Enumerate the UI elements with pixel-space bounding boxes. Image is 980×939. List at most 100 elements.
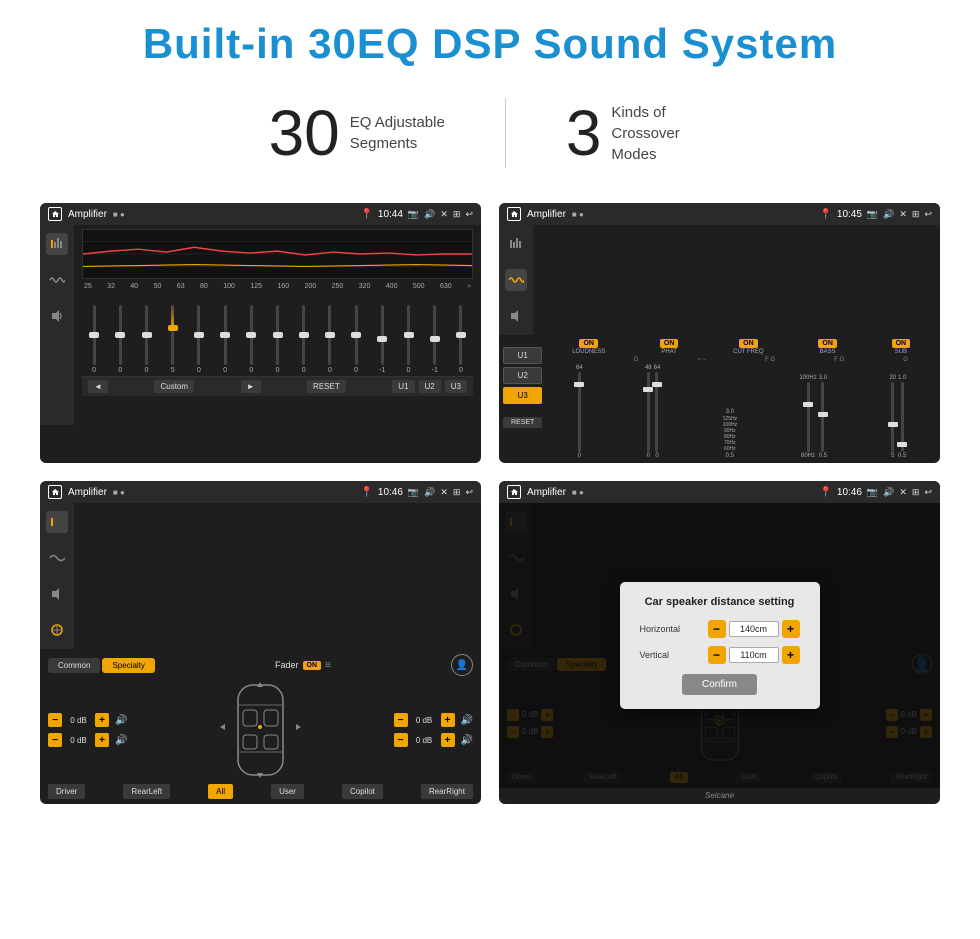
distance-content: Common Specialty Fader ON 👤 − 0 dB +	[499, 503, 940, 788]
fader-rearright-btn[interactable]: RearRight	[421, 784, 473, 799]
distance-dialog-overlay: Car speaker distance setting Horizontal …	[499, 503, 940, 788]
eq-slider-11: 0	[344, 305, 368, 374]
crossover-sub-labels: G ~ ~ F G F G G	[546, 357, 936, 363]
eq-play-button[interactable]: ►	[241, 380, 261, 393]
fader-all-btn[interactable]: All	[208, 784, 233, 799]
fader-specialty-tab[interactable]: Specialty	[102, 658, 154, 673]
fader-user-btn[interactable]: User	[271, 784, 304, 799]
fader-bl-minus[interactable]: −	[48, 733, 62, 747]
eq-sidebar	[40, 225, 74, 425]
eq-slider-10: 0	[318, 305, 342, 374]
screen-fader: Amplifier ■ ● 📍 10:46 📷 🔊 ✕ ⊞ ↩	[40, 481, 481, 804]
fader-sidebar-balance-icon[interactable]	[46, 619, 68, 641]
crossover-app-label: Amplifier	[527, 209, 566, 220]
fader-content: Common Specialty Fader ON ≡ 👤	[40, 503, 481, 804]
crossover-sidebar-wave-icon[interactable]	[505, 269, 527, 291]
eq-slider-6: 0	[213, 305, 237, 374]
stat-number-eq: 30	[269, 101, 340, 165]
fader-bottom-row: Driver RearLeft All User Copilot RearRig…	[48, 784, 473, 799]
dialog-horizontal-minus[interactable]: −	[708, 620, 726, 638]
crossover-content: U1 U2 U3 RESET ON LOUDNESS	[499, 225, 940, 463]
fader-br-control: − 0 dB + 🔊	[394, 733, 473, 747]
eq-u1-button[interactable]: U1	[392, 380, 414, 393]
crossover-u2-button[interactable]: U2	[503, 367, 542, 384]
fader-home-icon[interactable]	[48, 485, 62, 499]
fader-person-icon: 👤	[451, 654, 473, 676]
screen-eq: Amplifier ■ ● 📍 10:44 📷 🔊 ✕ ⊞ ↩	[40, 203, 481, 463]
fader-br-plus[interactable]: +	[441, 733, 455, 747]
eq-u3-button[interactable]: U3	[445, 380, 467, 393]
fader-tr-minus[interactable]: −	[394, 713, 408, 727]
distance-status-right: 📍 10:46 📷 🔊 ✕ ⊞ ↩	[819, 487, 932, 498]
fader-on-label: Fader ON ≡	[275, 660, 331, 671]
crossover-presets: U1 U2 U3 RESET	[503, 339, 542, 459]
fader-tr-plus[interactable]: +	[441, 713, 455, 727]
eq-graph	[82, 229, 473, 279]
eq-slider-3: 0	[134, 305, 158, 374]
ch-phat: ON PHAT	[660, 339, 679, 355]
eq-prev-button[interactable]: ◄	[88, 380, 108, 393]
ch-cutfreq: ON CUT FREQ	[733, 339, 764, 355]
fader-status-bar: Amplifier ■ ● 📍 10:46 📷 🔊 ✕ ⊞ ↩	[40, 481, 481, 503]
fader-tl-minus[interactable]: −	[48, 713, 62, 727]
dialog-vertical-minus[interactable]: −	[708, 646, 726, 664]
crossover-sidebar-eq-icon[interactable]	[505, 233, 527, 255]
crossover-u3-button[interactable]: U3	[503, 387, 542, 404]
eq-slider-7: 0	[239, 305, 263, 374]
eq-sidebar-vol-icon[interactable]	[46, 305, 68, 327]
fader-sidebar-vol-icon[interactable]	[46, 583, 68, 605]
eq-preset-buttons: U1 U2 U3	[392, 380, 467, 393]
eq-time: 10:44	[378, 209, 403, 220]
fader-rearleft-btn[interactable]: RearLeft	[123, 784, 170, 799]
fader-copilot-btn[interactable]: Copilot	[342, 784, 383, 799]
crossover-sidebar-vol-icon[interactable]	[505, 305, 527, 327]
crossover-u1-button[interactable]: U1	[503, 347, 542, 364]
eq-custom-button[interactable]: Custom	[154, 380, 194, 393]
cutfreq-slider: 3.0 125Hz 100Hz 90Hz 80Hz 70Hz 60Hz	[723, 409, 737, 459]
fader-bl-plus[interactable]: +	[95, 733, 109, 747]
stats-row: 30 EQ Adjustable Segments 3 Kinds of Cro…	[40, 98, 940, 168]
dialog-vertical-row: Vertical − 110cm +	[640, 646, 800, 664]
eq-bottom-bar: ◄ Custom ► RESET U1 U2 U3	[82, 376, 473, 396]
distance-home-icon[interactable]	[507, 485, 521, 499]
eq-slider-14: -1	[423, 305, 447, 374]
fader-tl-plus[interactable]: +	[95, 713, 109, 727]
screen-distance: Amplifier ■ ● 📍 10:46 📷 🔊 ✕ ⊞ ↩	[499, 481, 940, 804]
dialog-confirm-button[interactable]: Confirm	[682, 674, 757, 695]
crossover-sidebar	[499, 225, 533, 335]
crossover-status-bar: Amplifier ■ ● 📍 10:45 📷 🔊 ✕ ⊞ ↩	[499, 203, 940, 225]
fader-br-minus[interactable]: −	[394, 733, 408, 747]
fader-sidebar-eq-icon[interactable]	[46, 511, 68, 533]
eq-sidebar-eq-icon[interactable]	[46, 233, 68, 255]
eq-slider-4: 5	[161, 305, 185, 374]
eq-u2-button[interactable]: U2	[419, 380, 441, 393]
distance-status-bar: Amplifier ■ ● 📍 10:46 📷 🔊 ✕ ⊞ ↩	[499, 481, 940, 503]
eq-app-label: Amplifier	[68, 209, 107, 220]
dialog-horizontal-plus[interactable]: +	[782, 620, 800, 638]
stat-item-crossover: 3 Kinds of Crossover Modes	[506, 101, 772, 165]
phat-sliders: 48 0 64 0	[645, 365, 660, 459]
distance-status-left: Amplifier ■ ●	[507, 485, 584, 499]
stat-desc-eq: EQ Adjustable Segments	[350, 112, 445, 154]
fader-sidebar-wave-icon[interactable]	[46, 547, 68, 569]
eq-reset-button[interactable]: RESET	[307, 380, 346, 393]
eq-slider-12: -1	[370, 305, 394, 374]
crossover-sliders: 64 0 48 0	[546, 365, 936, 459]
crossover-status-left: Amplifier ■ ●	[507, 207, 584, 221]
eq-freq-labels: 2532 4050 6380 100125 160200 250320 4005…	[82, 283, 473, 290]
crossover-home-icon[interactable]	[507, 207, 521, 221]
crossover-main: U1 U2 U3 RESET ON LOUDNESS	[499, 335, 940, 463]
eq-x-icon: ✕	[440, 209, 448, 220]
eq-sidebar-wave-icon[interactable]	[46, 269, 68, 291]
fader-common-tab[interactable]: Common	[48, 658, 100, 673]
fader-right-controls: − 0 dB + 🔊 − 0 dB + 🔊	[394, 680, 473, 780]
home-icon[interactable]	[48, 207, 62, 221]
crossover-reset-button[interactable]: RESET	[503, 417, 542, 428]
fader-driver-btn[interactable]: Driver	[48, 784, 85, 799]
crossover-channel-headers: ON LOUDNESS ON PHAT ON CUT FREQ	[546, 339, 936, 355]
page-wrapper: Built-in 30EQ DSP Sound System 30 EQ Adj…	[0, 0, 980, 834]
stat-number-crossover: 3	[566, 101, 602, 165]
dialog-vertical-plus[interactable]: +	[782, 646, 800, 664]
eq-status-left: Amplifier ■ ●	[48, 207, 125, 221]
stat-desc-crossover: Kinds of Crossover Modes	[611, 102, 711, 165]
